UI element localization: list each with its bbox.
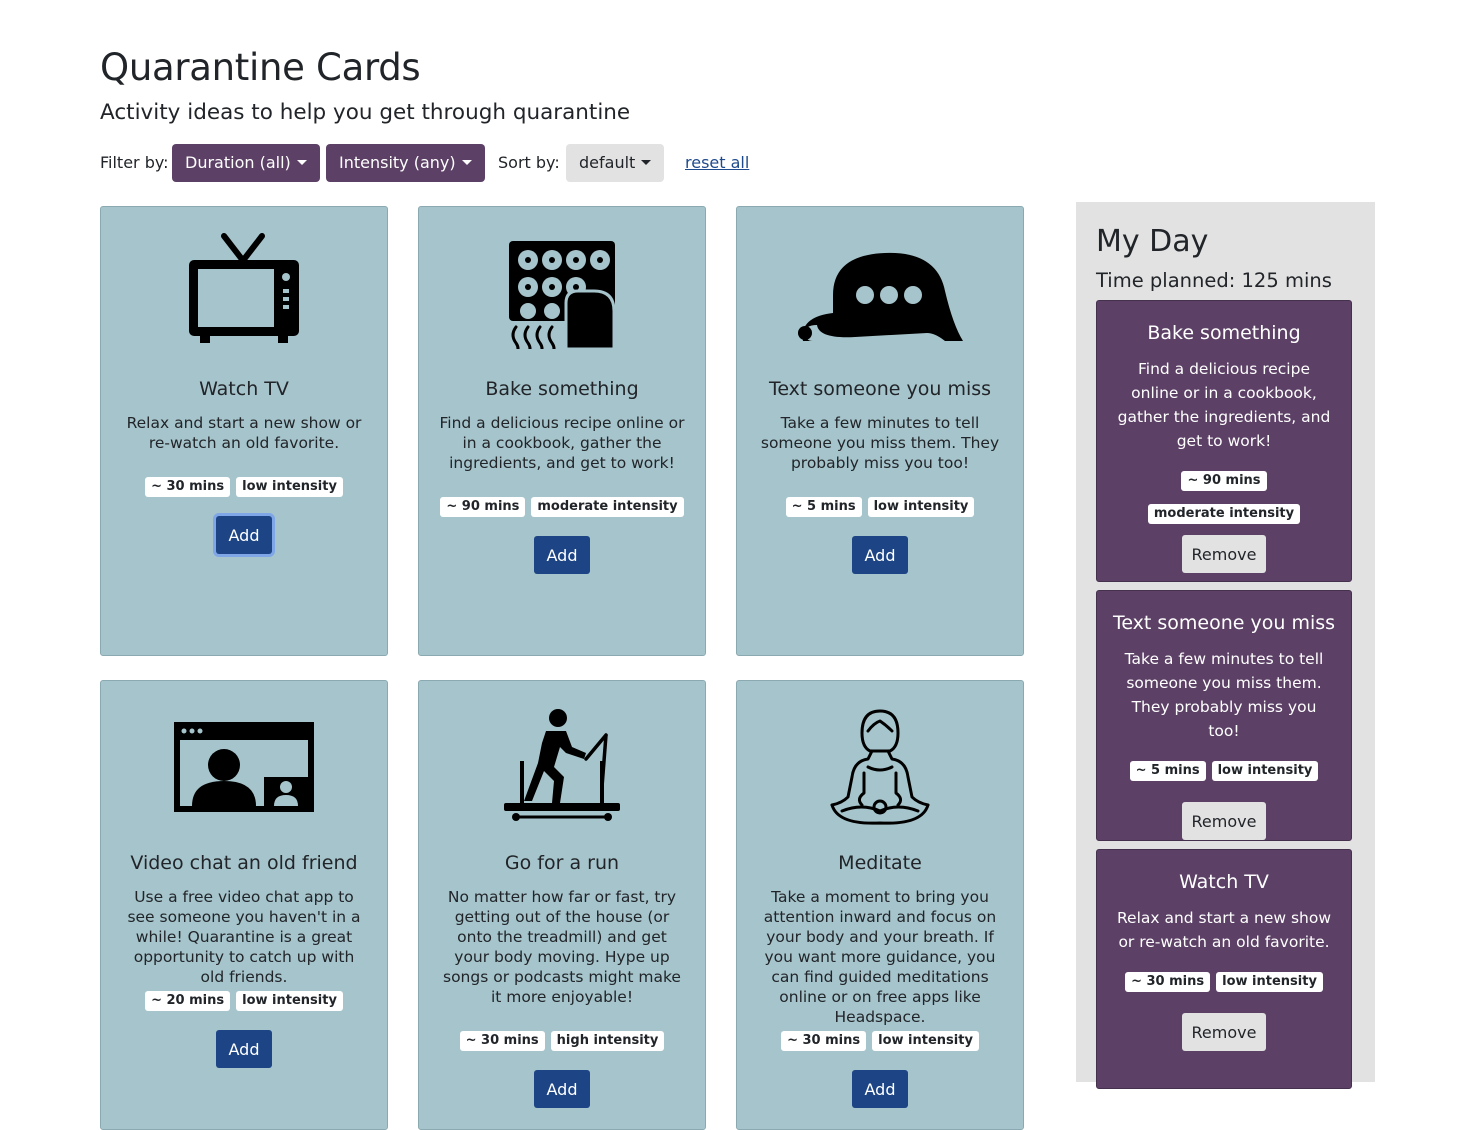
card-title: Meditate xyxy=(838,852,922,874)
my-day-item-title: Text someone you miss xyxy=(1112,612,1336,634)
intensity-badge: moderate intensity xyxy=(1147,504,1301,524)
card-title: Bake something xyxy=(485,378,639,400)
intensity-badge: low intensity xyxy=(867,497,975,517)
activity-card: Watch TV Relax and start a new show or r… xyxy=(100,206,388,656)
card-description: Take a few minutes to tell someone you m… xyxy=(760,414,1000,472)
tv-icon xyxy=(101,233,387,351)
intensity-badge: moderate intensity xyxy=(531,497,684,517)
card-title: Text someone you miss xyxy=(768,378,992,400)
time-planned: Time planned: 125 mins xyxy=(1096,269,1332,292)
card-description: Use a free video chat app to see someone… xyxy=(127,888,361,986)
my-day-item: Watch TV Relax and start a new show or r… xyxy=(1096,849,1352,1089)
duration-badge: ~ 30 mins xyxy=(1125,972,1211,992)
my-day-item-badges: ~ 5 mins low intensity xyxy=(1097,759,1351,792)
activity-card: Text someone you miss Take a few minutes… xyxy=(736,206,1024,656)
activity-card: Bake something Find a delicious recipe o… xyxy=(418,206,706,656)
sort-label: Sort by: xyxy=(498,153,560,172)
duration-badge: ~ 90 mins xyxy=(440,497,526,517)
add-button[interactable]: Add xyxy=(534,536,590,574)
duration-badge: ~ 30 mins xyxy=(781,1031,867,1051)
chat-bubble-icon xyxy=(737,233,1023,351)
add-button[interactable]: Add xyxy=(534,1070,590,1108)
my-day-item: Text someone you miss Take a few minutes… xyxy=(1096,590,1352,841)
card-badges: ~ 90 mins moderate intensity xyxy=(419,495,705,517)
duration-badge: ~ 90 mins xyxy=(1181,471,1267,491)
my-day-item-title: Bake something xyxy=(1147,322,1301,344)
add-button[interactable]: Add xyxy=(216,516,272,554)
card-title: Watch TV xyxy=(199,378,289,400)
meditation-icon xyxy=(737,707,1023,825)
add-button[interactable]: Add xyxy=(852,1070,908,1108)
video-chat-icon xyxy=(101,707,387,825)
intensity-badge: low intensity xyxy=(236,991,343,1011)
treadmill-icon xyxy=(419,707,705,825)
card-badges: ~ 5 mins low intensity xyxy=(737,495,1023,517)
duration-dropdown[interactable]: Duration (all) xyxy=(172,144,320,182)
oven-icon xyxy=(419,233,705,351)
caret-down-icon xyxy=(641,160,652,165)
card-title: Go for a run xyxy=(504,852,620,874)
my-day-item-title: Watch TV xyxy=(1179,871,1269,893)
sort-dropdown[interactable]: default xyxy=(566,144,665,182)
card-description: Relax and start a new show or re-watch a… xyxy=(126,414,362,452)
my-day-item: Bake something Find a delicious recipe o… xyxy=(1096,300,1352,582)
intensity-badge: low intensity xyxy=(872,1031,979,1051)
my-day-title: My Day xyxy=(1096,224,1209,259)
intensity-badge: high intensity xyxy=(550,1031,665,1051)
activity-card: Meditate Take a moment to bring you atte… xyxy=(736,680,1024,1130)
duration-badge: ~ 5 mins xyxy=(785,497,862,517)
caret-down-icon xyxy=(461,160,472,165)
activity-card: Video chat an old friend Use a free vide… xyxy=(100,680,388,1130)
card-badges: ~ 30 mins low intensity xyxy=(101,475,387,497)
card-title: Video chat an old friend xyxy=(130,852,358,874)
add-button[interactable]: Add xyxy=(216,1030,272,1068)
remove-button[interactable]: Remove xyxy=(1182,802,1266,840)
duration-badge: ~ 5 mins xyxy=(1129,761,1206,781)
card-description: Find a delicious recipe online or in a c… xyxy=(439,414,685,472)
card-badges: ~ 30 mins low intensity xyxy=(737,1029,1023,1051)
intensity-badge: low intensity xyxy=(236,477,343,497)
my-day-item-description: Relax and start a new show or re-watch a… xyxy=(1116,909,1332,951)
intensity-dropdown[interactable]: Intensity (any) xyxy=(326,144,485,182)
card-badges: ~ 20 mins low intensity xyxy=(101,989,387,1011)
page-subtitle: Activity ideas to help you get through q… xyxy=(100,100,631,125)
activity-card: Go for a run No matter how far or fast, … xyxy=(418,680,706,1130)
filter-label: Filter by: xyxy=(100,153,169,172)
my-day-item-description: Find a delicious recipe online or in a c… xyxy=(1117,360,1331,450)
my-day-item-badges: ~ 30 mins low intensity xyxy=(1097,970,1351,1003)
remove-button[interactable]: Remove xyxy=(1182,535,1266,573)
my-day-panel: My Day Time planned: 125 mins Bake somet… xyxy=(1076,202,1375,1089)
caret-down-icon xyxy=(296,160,307,165)
intensity-badge: low intensity xyxy=(1211,761,1319,781)
card-badges: ~ 30 mins high intensity xyxy=(419,1029,705,1051)
intensity-badge: low intensity xyxy=(1216,972,1323,992)
duration-badge: ~ 20 mins xyxy=(145,991,231,1011)
card-description: Take a moment to bring you attention inw… xyxy=(763,888,997,1026)
duration-badge: ~ 30 mins xyxy=(459,1031,545,1051)
reset-all-link[interactable]: reset all xyxy=(685,144,749,182)
my-day-item-description: Take a few minutes to tell someone you m… xyxy=(1124,650,1324,740)
add-button[interactable]: Add xyxy=(852,536,908,574)
page-title: Quarantine Cards xyxy=(100,46,421,89)
card-description: No matter how far or fast, try getting o… xyxy=(443,888,681,1006)
duration-badge: ~ 30 mins xyxy=(145,477,231,497)
my-day-item-badges: ~ 90 mins moderate intensity xyxy=(1097,469,1351,535)
remove-button[interactable]: Remove xyxy=(1182,1013,1266,1051)
